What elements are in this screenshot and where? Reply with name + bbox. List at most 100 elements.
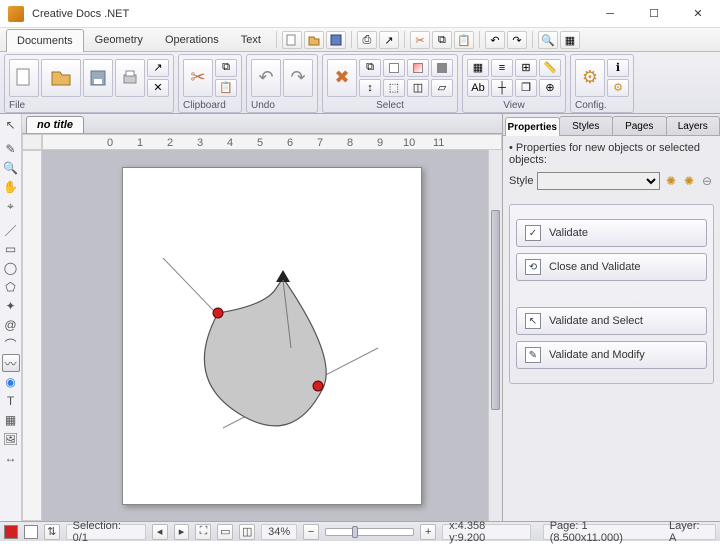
text-tool-icon[interactable]: T bbox=[2, 392, 20, 410]
pointer-tool-icon[interactable]: ↖ bbox=[2, 116, 20, 134]
delete-button[interactable]: ✖ bbox=[327, 59, 357, 97]
spiral-tool-icon[interactable]: @ bbox=[2, 316, 20, 334]
undo-icon[interactable]: ↶ bbox=[485, 31, 505, 49]
edit-tool-icon[interactable]: ✎ bbox=[2, 140, 20, 158]
save-button[interactable] bbox=[83, 59, 113, 97]
print-button[interactable] bbox=[115, 59, 145, 97]
grid-icon[interactable]: ▦ bbox=[560, 31, 580, 49]
sel-tool-4[interactable]: ⬚ bbox=[383, 79, 405, 97]
validate-button[interactable]: ✓ Validate bbox=[516, 219, 707, 247]
zoom-slider-thumb[interactable] bbox=[352, 526, 358, 538]
picker-tool-icon[interactable]: ⌖ bbox=[2, 197, 20, 215]
export-icon[interactable]: ↗ bbox=[379, 31, 399, 49]
sb-prev-icon[interactable]: ◂ bbox=[152, 524, 168, 540]
sel-swatch-2[interactable] bbox=[407, 59, 429, 77]
scrollbar-thumb[interactable] bbox=[491, 210, 500, 410]
cut-icon[interactable]: ✂ bbox=[410, 31, 430, 49]
hand-tool-icon[interactable]: ✋ bbox=[2, 178, 20, 196]
paste-button[interactable]: 📋 bbox=[215, 79, 237, 97]
order-icon[interactable]: ↕ bbox=[359, 79, 381, 97]
copy-icon[interactable]: ⧉ bbox=[432, 31, 452, 49]
duplicate-icon[interactable]: ⧉ bbox=[359, 59, 381, 77]
view-snap-icon[interactable]: ⊞ bbox=[515, 59, 537, 77]
validate-select-button[interactable]: ↖ Validate and Select bbox=[516, 307, 707, 335]
zoom-tool-icon[interactable]: 🔍 bbox=[2, 159, 20, 177]
view-ruler-icon[interactable]: 📏 bbox=[539, 59, 561, 77]
ellipse-tool-icon[interactable]: ◯ bbox=[2, 259, 20, 277]
close-validate-button[interactable]: ⟲ Close and Validate bbox=[516, 253, 707, 281]
color-circle-icon[interactable]: ◉ bbox=[2, 373, 20, 391]
save-icon[interactable] bbox=[326, 31, 346, 49]
view-guides-icon[interactable]: ┼ bbox=[491, 79, 513, 97]
tab-pages[interactable]: Pages bbox=[612, 116, 667, 135]
dimension-tool-icon[interactable]: ↔ bbox=[2, 449, 20, 467]
title-bar: Creative Docs .NET ─ ☐ ✕ bbox=[0, 0, 720, 28]
style-remove-icon[interactable]: ⊖ bbox=[700, 174, 714, 188]
paste-icon[interactable]: 📋 bbox=[454, 31, 474, 49]
rect-tool-icon[interactable]: ▭ bbox=[2, 240, 20, 258]
tab-styles[interactable]: Styles bbox=[559, 116, 614, 135]
view-center-icon[interactable]: ⊕ bbox=[539, 79, 561, 97]
document-tab[interactable]: no title bbox=[26, 116, 84, 133]
view-text-icon[interactable]: Ab bbox=[467, 79, 489, 97]
print-icon[interactable]: ⎙ bbox=[357, 31, 377, 49]
sb-fit-icon[interactable]: ⛶ bbox=[195, 524, 211, 540]
zoom-slider[interactable] bbox=[325, 528, 414, 536]
view-align-icon[interactable]: ≡ bbox=[491, 59, 513, 77]
menu-tab-text[interactable]: Text bbox=[230, 28, 272, 51]
canvas[interactable] bbox=[42, 150, 502, 521]
sel-tool-6[interactable]: ▱ bbox=[431, 79, 453, 97]
copy-button[interactable]: ⧉ bbox=[215, 59, 237, 77]
open-icon[interactable] bbox=[304, 31, 324, 49]
export-small-icon[interactable]: ↗ bbox=[147, 59, 169, 77]
fill-swatch[interactable] bbox=[4, 525, 18, 539]
redo-button[interactable]: ↷ bbox=[283, 59, 313, 97]
bezier-tool-icon[interactable]: 〰 bbox=[2, 354, 20, 372]
menu-tab-documents[interactable]: Documents bbox=[6, 29, 84, 52]
new-button[interactable] bbox=[9, 59, 39, 97]
stroke-swatch[interactable] bbox=[24, 525, 38, 539]
gears-icon[interactable]: ⚙ bbox=[607, 79, 629, 97]
page[interactable] bbox=[122, 167, 422, 505]
line-tool-icon[interactable]: ／ bbox=[2, 221, 20, 239]
table-tool-icon[interactable]: ▦ bbox=[2, 411, 20, 429]
sb-dual-icon[interactable]: ◫ bbox=[239, 524, 255, 540]
close-button[interactable]: ✕ bbox=[676, 0, 720, 28]
scrollbar-vertical[interactable] bbox=[488, 150, 502, 521]
maximize-button[interactable]: ☐ bbox=[632, 0, 676, 28]
new-doc-icon[interactable] bbox=[282, 31, 302, 49]
sel-swatch-1[interactable] bbox=[383, 59, 405, 77]
style-row: Style ✺ ✺ ⊖ bbox=[509, 172, 714, 190]
sb-next-icon[interactable]: ▸ bbox=[174, 524, 190, 540]
cut-button[interactable]: ✂ bbox=[183, 59, 213, 97]
star-tool-icon[interactable]: ✦ bbox=[2, 297, 20, 315]
redo-icon[interactable]: ↷ bbox=[507, 31, 527, 49]
zoom-out-icon[interactable]: − bbox=[303, 524, 319, 540]
menu-tab-operations[interactable]: Operations bbox=[154, 28, 230, 51]
image-tool-icon[interactable]: 🖼 bbox=[2, 430, 20, 448]
view-layers-icon[interactable]: ❐ bbox=[515, 79, 537, 97]
minimize-button[interactable]: ─ bbox=[588, 0, 632, 28]
style-add-icon[interactable]: ✺ bbox=[682, 174, 696, 188]
arc-tool-icon[interactable]: ⌒ bbox=[2, 335, 20, 353]
sel-swatch-3[interactable] bbox=[431, 59, 453, 77]
zoom-icon[interactable]: 🔍 bbox=[538, 31, 558, 49]
tab-layers[interactable]: Layers bbox=[666, 116, 720, 135]
info-icon[interactable]: ℹ bbox=[607, 59, 629, 77]
sel-tool-5[interactable]: ◫ bbox=[407, 79, 429, 97]
validate-modify-button[interactable]: ✎ Validate and Modify bbox=[516, 341, 707, 369]
open-button[interactable] bbox=[41, 59, 81, 97]
close-doc-icon[interactable]: ✕ bbox=[147, 79, 169, 97]
style-select[interactable] bbox=[537, 172, 660, 190]
sb-page-icon[interactable]: ▭ bbox=[217, 524, 233, 540]
tab-properties[interactable]: Properties bbox=[505, 117, 560, 136]
polygon-tool-icon[interactable]: ⬠ bbox=[2, 278, 20, 296]
swap-colors-icon[interactable]: ⇅ bbox=[44, 524, 60, 540]
right-panel: Properties Styles Pages Layers • Propert… bbox=[502, 114, 720, 521]
zoom-in-icon[interactable]: + bbox=[420, 524, 436, 540]
menu-tab-geometry[interactable]: Geometry bbox=[84, 28, 154, 51]
settings-button[interactable]: ⚙ bbox=[575, 59, 605, 97]
style-gear-icon[interactable]: ✺ bbox=[664, 174, 678, 188]
view-grid-icon[interactable]: ▦ bbox=[467, 59, 489, 77]
undo-button[interactable]: ↶ bbox=[251, 59, 281, 97]
